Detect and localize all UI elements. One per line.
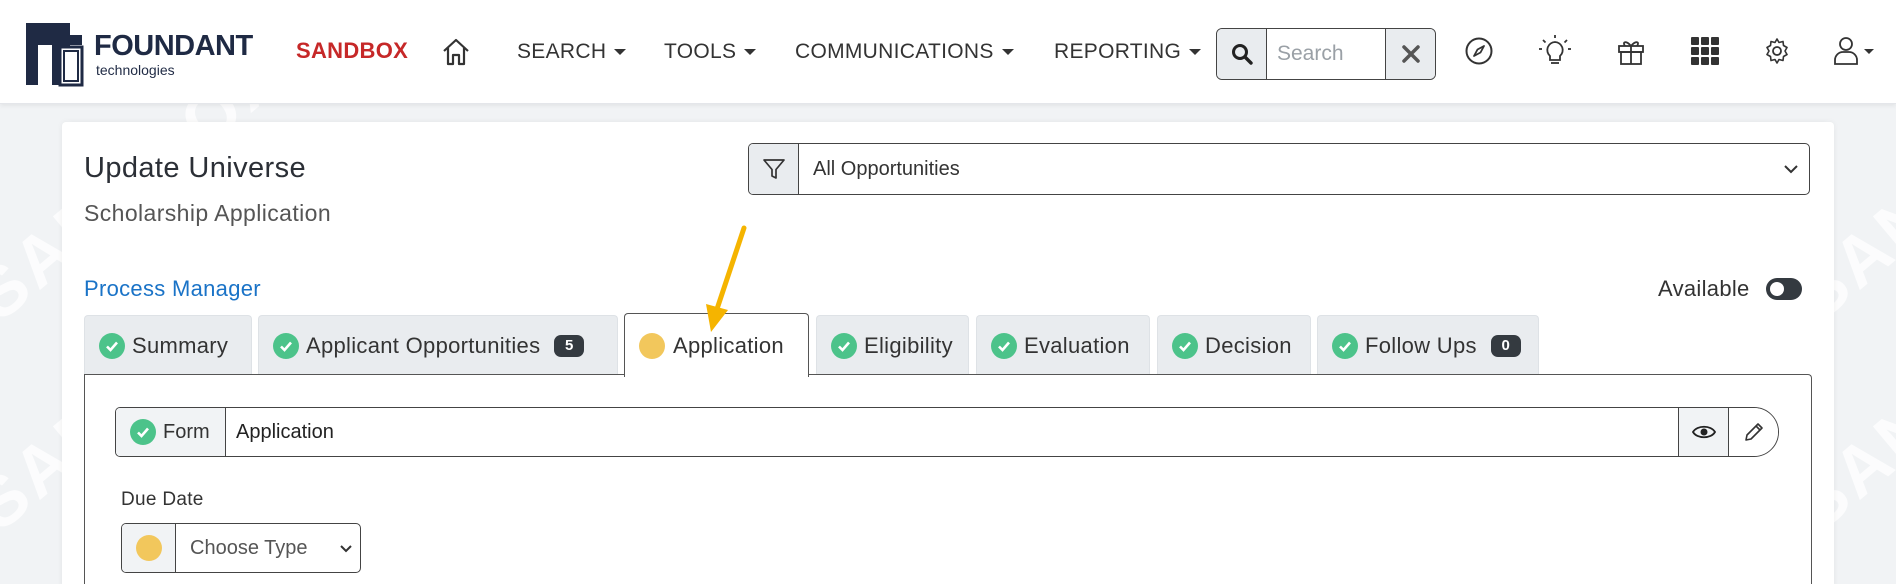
gift-icon[interactable] (1614, 34, 1648, 68)
pending-status-icon (639, 332, 665, 359)
main-card: Update Universe Scholarship Application … (62, 122, 1834, 584)
nav-reporting-menu[interactable]: REPORTING (1054, 40, 1202, 64)
foundant-logo-mark-icon (26, 23, 84, 87)
check-circle-icon (130, 419, 156, 445)
caret-down-icon (1001, 49, 1014, 55)
available-toggle-group: Available (1658, 276, 1802, 302)
tab-eligibility[interactable]: Eligibility (816, 315, 969, 375)
application-tab-panel: Form Application Due Date Choose Type (84, 374, 1812, 584)
tab-label: Decision (1205, 332, 1292, 358)
brand-subtitle: technologies (96, 61, 175, 78)
page-title: Update Universe (84, 152, 306, 184)
tab-label: Evaluation (1024, 332, 1130, 358)
tab-applicant-opportunities[interactable]: Applicant Opportunities 5 (258, 315, 618, 375)
nav-tools-label: TOOLS (664, 40, 737, 63)
tab-label: Applicant Opportunities (306, 332, 541, 358)
nav-communications-menu[interactable]: COMMUNICATIONS (795, 40, 1014, 64)
check-circle-icon (273, 332, 299, 359)
edit-form-button[interactable] (1728, 408, 1778, 456)
tab-label: Application (673, 332, 784, 358)
home-icon[interactable] (440, 36, 472, 68)
tab-summary[interactable]: Summary (84, 315, 252, 375)
foundant-logo[interactable]: FOUNDANT technologies (24, 20, 264, 88)
due-date-type-select[interactable]: Choose Type (121, 523, 361, 573)
nav-tools-menu[interactable]: TOOLS (664, 40, 757, 64)
tab-decision[interactable]: Decision (1157, 315, 1311, 375)
process-manager-link[interactable]: Process Manager (84, 276, 261, 302)
due-date-status (122, 524, 176, 572)
caret-down-icon (744, 49, 757, 55)
caret-down-icon (1189, 49, 1202, 55)
tab-label: Follow Ups (1365, 332, 1477, 358)
chevron-down-icon (1784, 165, 1798, 174)
form-field-row: Form Application (115, 407, 1779, 457)
opportunity-filter-select[interactable]: All Opportunities (748, 143, 1810, 195)
nav-communications-label: COMMUNICATIONS (795, 40, 994, 63)
count-badge: 5 (554, 334, 585, 357)
search-button[interactable] (1217, 29, 1267, 79)
tab-label: Eligibility (864, 332, 953, 358)
lightbulb-icon[interactable] (1538, 34, 1572, 68)
form-label-group: Form (116, 408, 226, 456)
caret-down-icon (614, 49, 627, 55)
form-value: Application (236, 420, 334, 443)
pending-status-icon (135, 535, 162, 561)
available-label: Available (1658, 276, 1750, 301)
search-icon (1231, 44, 1253, 65)
form-label: Form (163, 420, 210, 443)
page-subtitle: Scholarship Application (84, 200, 332, 226)
user-icon (1834, 37, 1874, 65)
check-circle-icon (1332, 332, 1358, 359)
due-date-label: Due Date (121, 489, 204, 510)
apps-grid-icon[interactable] (1688, 34, 1722, 68)
eye-icon (1691, 425, 1716, 439)
count-badge: 0 (1490, 334, 1521, 357)
clear-icon (1401, 45, 1420, 63)
tab-evaluation[interactable]: Evaluation (976, 315, 1150, 375)
global-search (1216, 28, 1436, 80)
check-circle-icon (99, 332, 125, 359)
nav-search-label: SEARCH (517, 40, 607, 63)
check-circle-icon (831, 332, 857, 359)
clear-search-button[interactable] (1385, 29, 1435, 79)
user-menu[interactable] (1832, 34, 1876, 68)
nav-search-menu[interactable]: SEARCH (517, 40, 627, 64)
available-toggle[interactable] (1765, 278, 1802, 300)
pencil-icon (1744, 423, 1763, 441)
nav-reporting-label: REPORTING (1054, 40, 1182, 63)
view-form-button[interactable] (1678, 408, 1728, 456)
due-date-type-value: Choose Type (190, 536, 308, 559)
tab-follow-ups[interactable]: Follow Ups 0 (1317, 315, 1539, 375)
opportunity-filter-value: All Opportunities (813, 157, 960, 180)
check-circle-icon (1172, 332, 1198, 359)
filter-icon (762, 159, 785, 179)
annotation-arrow-icon (706, 225, 747, 332)
filter-button[interactable] (749, 144, 799, 194)
check-circle-icon (991, 332, 1017, 359)
search-input[interactable] (1267, 29, 1385, 79)
chevron-down-icon (340, 544, 352, 552)
environment-label: SANDBOX (296, 38, 409, 63)
top-navbar: FOUNDANT technologies SANDBOX SEARCH TOO… (0, 0, 1896, 104)
compass-icon[interactable] (1462, 34, 1496, 68)
tab-label: Summary (132, 332, 229, 358)
brand-name: FOUNDANT (94, 29, 253, 62)
gear-icon[interactable] (1760, 34, 1794, 68)
